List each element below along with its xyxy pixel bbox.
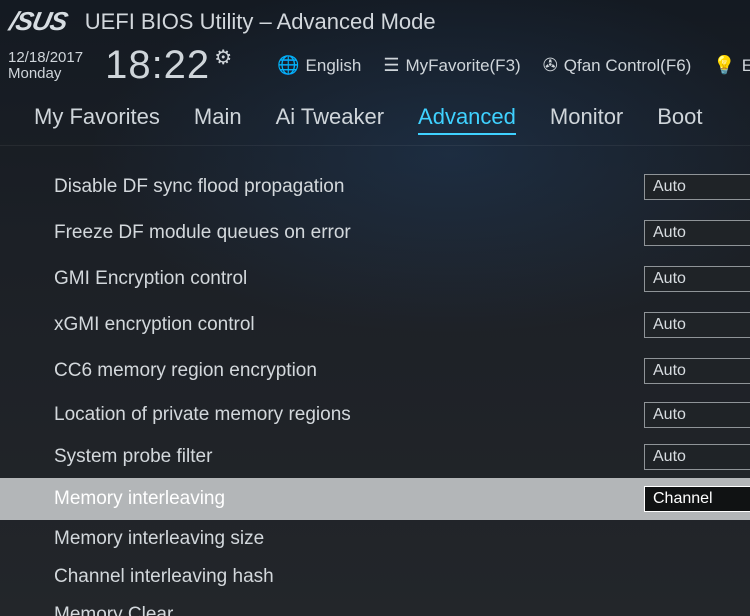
tab-main[interactable]: Main [194, 104, 242, 135]
setting-label: Memory Clear [54, 604, 644, 616]
setting-label: Disable DF sync flood propagation [54, 176, 644, 198]
setting-label: Location of private memory regions [54, 404, 644, 426]
day-text: Monday [8, 66, 83, 82]
info-bar: 12/18/2017 Monday 18:22 ⚙ 🌐 English ☰ My… [0, 39, 750, 96]
setting-value-cell: Auto [644, 402, 750, 428]
list-icon: ☰ [383, 55, 399, 76]
settings-list: Disable DF sync flood propagationAutoFre… [0, 146, 750, 616]
tab-boot[interactable]: Boot [657, 104, 702, 135]
brand-logo: /SUS [7, 6, 74, 37]
qfan-button[interactable]: ✇ Qfan Control(F6) [543, 55, 692, 76]
setting-label: System probe filter [54, 446, 644, 468]
language-selector[interactable]: 🌐 English [277, 55, 361, 76]
language-label: English [306, 56, 362, 76]
date-block: 12/18/2017 Monday [8, 50, 83, 82]
setting-label: Freeze DF module queues on error [54, 222, 644, 244]
setting-value[interactable]: Auto [644, 220, 750, 246]
setting-value[interactable]: Auto [644, 444, 750, 470]
gear-icon[interactable]: ⚙ [214, 45, 233, 70]
setting-value-cell: Channel [644, 486, 750, 512]
eztune-label: EZ T [742, 56, 750, 76]
qfan-label: Qfan Control(F6) [564, 56, 692, 76]
title-bar: /SUS UEFI BIOS Utility – Advanced Mode [0, 0, 750, 39]
setting-label: CC6 memory region encryption [54, 360, 644, 382]
tab-monitor[interactable]: Monitor [550, 104, 623, 135]
tab-ai-tweaker[interactable]: Ai Tweaker [276, 104, 384, 135]
setting-value-cell: Auto [644, 358, 750, 384]
setting-label: Memory interleaving size [54, 528, 644, 550]
setting-row[interactable]: xGMI encryption controlAuto [0, 302, 750, 348]
time-text: 18:22 [105, 43, 210, 88]
setting-row[interactable]: Freeze DF module queues on errorAuto [0, 210, 750, 256]
setting-value[interactable]: Auto [644, 402, 750, 428]
tab-advanced[interactable]: Advanced [418, 104, 516, 135]
setting-row[interactable]: Memory interleaving size [0, 520, 750, 558]
tab-row: My Favorites Main Ai Tweaker Advanced Mo… [0, 96, 750, 146]
page-title: UEFI BIOS Utility – Advanced Mode [85, 9, 436, 35]
setting-row[interactable]: Memory interleavingChannel [0, 478, 750, 520]
setting-row[interactable]: GMI Encryption controlAuto [0, 256, 750, 302]
setting-value-cell: Auto [644, 174, 750, 200]
myfavorite-label: MyFavorite(F3) [405, 56, 520, 76]
setting-row[interactable]: Disable DF sync flood propagationAuto [0, 164, 750, 210]
setting-row[interactable]: CC6 memory region encryptionAuto [0, 348, 750, 394]
setting-value[interactable]: Auto [644, 174, 750, 200]
setting-value-cell: Auto [644, 220, 750, 246]
setting-row[interactable]: Location of private memory regionsAuto [0, 394, 750, 436]
setting-label: Memory interleaving [54, 488, 644, 510]
setting-value[interactable]: Auto [644, 312, 750, 338]
setting-label: Channel interleaving hash [54, 566, 644, 588]
setting-row[interactable]: Memory Clear [0, 596, 750, 616]
fan-icon: ✇ [543, 55, 558, 76]
globe-icon: 🌐 [277, 55, 299, 76]
clock: 18:22 ⚙ [105, 43, 233, 88]
bulb-icon: 💡 [713, 55, 735, 76]
eztune-button[interactable]: 💡 EZ T [713, 55, 750, 76]
setting-row[interactable]: System probe filterAuto [0, 436, 750, 478]
setting-label: xGMI encryption control [54, 314, 644, 336]
setting-value-cell: Auto [644, 312, 750, 338]
myfavorite-button[interactable]: ☰ MyFavorite(F3) [383, 55, 520, 76]
setting-value-cell: Auto [644, 444, 750, 470]
setting-value[interactable]: Auto [644, 358, 750, 384]
setting-value[interactable]: Channel [644, 486, 750, 512]
setting-label: GMI Encryption control [54, 268, 644, 290]
setting-row[interactable]: Channel interleaving hash [0, 558, 750, 596]
setting-value-cell: Auto [644, 266, 750, 292]
setting-value[interactable]: Auto [644, 266, 750, 292]
tab-my-favorites[interactable]: My Favorites [34, 104, 160, 135]
date-text: 12/18/2017 [8, 49, 83, 66]
